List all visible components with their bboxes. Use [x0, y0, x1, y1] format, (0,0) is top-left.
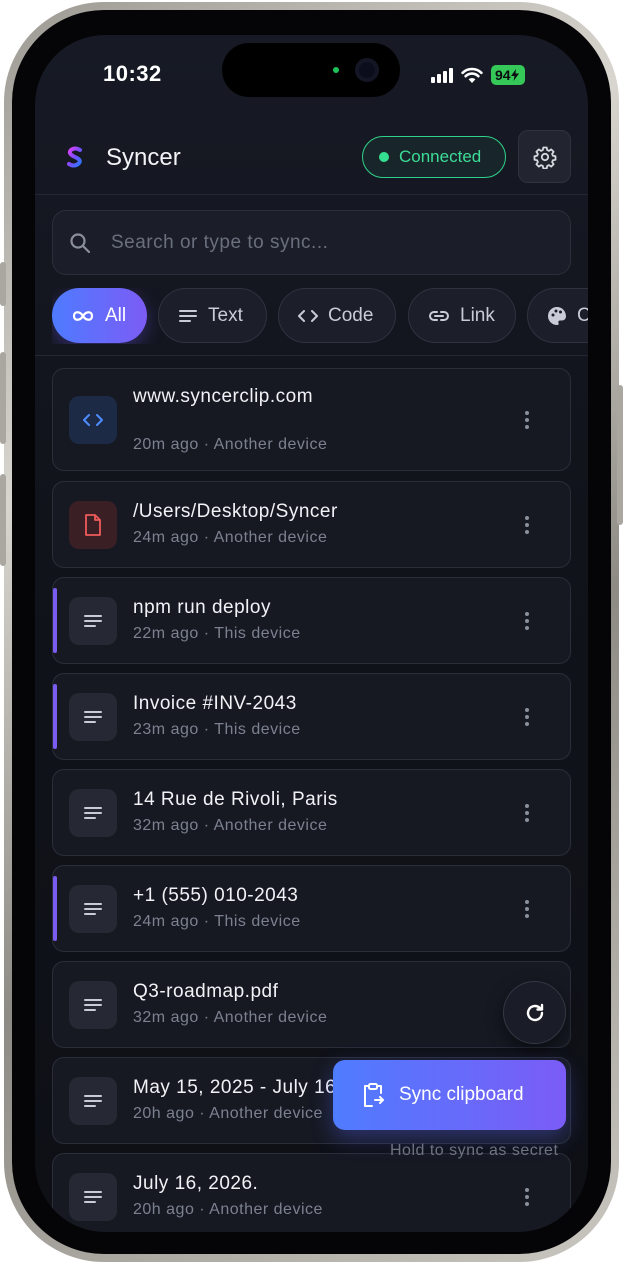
filter-divider: [35, 355, 588, 356]
link-icon: [429, 310, 449, 321]
app-title: Syncer: [106, 144, 181, 171]
clipboard-item[interactable]: /Users/Desktop/Syncer 24m ago · Another …: [52, 481, 571, 568]
filter-chip-all[interactable]: All: [52, 288, 147, 343]
text-icon: [69, 1077, 117, 1125]
text-icon: [69, 789, 117, 837]
item-title: Q3-roadmap.pdf: [133, 981, 279, 1002]
filter-chip-link[interactable]: Link: [408, 288, 516, 343]
syncer-logo-icon: [67, 146, 82, 168]
item-title: 14 Rue de Rivoli, Paris: [133, 789, 338, 810]
item-title: npm run deploy: [133, 597, 271, 618]
item-title: May 15, 2025 - July 16: [133, 1077, 337, 1098]
item-meta: 22m ago · This device: [133, 625, 301, 642]
search-input[interactable]: [111, 231, 570, 254]
status-icons: 94: [431, 65, 525, 85]
app-screen: 10:32 94 Syncer Connected Search or type…: [35, 35, 588, 1232]
sync-clipboard-button[interactable]: Sync clipboard: [333, 1060, 566, 1130]
item-meta: 32m ago · Another device: [133, 1009, 328, 1026]
settings-button[interactable]: [518, 130, 571, 183]
more-options-icon[interactable]: [519, 405, 535, 435]
more-options-icon[interactable]: [519, 894, 535, 924]
clipboard-sync-icon: [364, 1083, 384, 1107]
more-options-icon[interactable]: [519, 510, 535, 540]
item-title: Invoice #INV-2043: [133, 693, 297, 714]
battery-indicator: 94: [491, 65, 525, 85]
more-options-icon[interactable]: [519, 702, 535, 732]
connection-status-label: Connected: [399, 147, 482, 166]
cellular-signal-icon: [431, 67, 453, 83]
filter-chip-code[interactable]: Code: [278, 288, 396, 343]
this-device-indicator: [53, 684, 57, 749]
item-title: +1 (555) 010-2043: [133, 885, 299, 906]
more-options-icon[interactable]: [519, 798, 535, 828]
volume-up-button: [0, 352, 6, 444]
item-meta: 20m ago · Another device: [133, 436, 328, 453]
connected-dot-icon: [379, 152, 389, 162]
item-meta: 20h ago · Another device: [133, 1201, 323, 1218]
privacy-indicator-icon: [333, 67, 339, 73]
front-camera-icon: [355, 58, 379, 82]
text-icon: [69, 597, 117, 645]
wifi-icon: [461, 67, 483, 83]
text-icon: [69, 885, 117, 933]
code-icon: [298, 309, 318, 322]
filter-chips: All Text Code Link C: [52, 288, 588, 344]
connection-status-badge[interactable]: Connected: [362, 136, 506, 178]
refresh-icon: [526, 1003, 543, 1021]
action-button: [0, 262, 6, 306]
filter-chip-label: C: [577, 304, 588, 326]
clipboard-item[interactable]: July 16, 2026. 20h ago · Another device: [52, 1153, 571, 1232]
clipboard-item[interactable]: Invoice #INV-2043 23m ago · This device: [52, 673, 571, 760]
clipboard-item[interactable]: npm run deploy 22m ago · This device: [52, 577, 571, 664]
sync-hint-text: Hold to sync as secret: [390, 1142, 559, 1159]
filter-chip-label: Text: [208, 304, 243, 326]
item-title: July 16, 2026.: [133, 1173, 259, 1194]
status-time: 10:32: [103, 61, 162, 86]
charging-bolt-icon: [510, 69, 519, 81]
search-bar[interactable]: [52, 210, 571, 275]
file-icon: [69, 501, 117, 549]
text-icon: [69, 1173, 117, 1221]
text-icon: [69, 981, 117, 1029]
item-meta: 24m ago · Another device: [133, 529, 328, 546]
filter-chip-label: All: [105, 304, 127, 326]
lines-icon: [179, 309, 197, 322]
filter-chip-label: Link: [460, 304, 495, 326]
filter-chip-color[interactable]: C: [527, 288, 588, 343]
item-meta: 32m ago · Another device: [133, 817, 328, 834]
filter-chip-label: Code: [328, 304, 374, 326]
power-button: [617, 385, 623, 525]
dynamic-island: [222, 43, 400, 97]
battery-level: 94: [495, 67, 511, 83]
sync-clipboard-label: Sync clipboard: [399, 1084, 524, 1105]
filter-chip-text[interactable]: Text: [158, 288, 267, 343]
clipboard-item[interactable]: Q3-roadmap.pdf 32m ago · Another device: [52, 961, 571, 1048]
status-bar: 10:32 94: [35, 35, 588, 115]
refresh-button[interactable]: [503, 981, 566, 1044]
search-icon: [70, 232, 91, 253]
more-options-icon[interactable]: [519, 1182, 535, 1212]
item-meta: 24m ago · This device: [133, 913, 301, 930]
this-device-indicator: [53, 876, 57, 941]
app-header: Syncer Connected: [35, 130, 588, 195]
palette-icon: [548, 306, 566, 325]
item-title: /Users/Desktop/Syncer: [133, 501, 338, 522]
code-icon: [69, 396, 117, 444]
this-device-indicator: [53, 588, 57, 653]
more-options-icon[interactable]: [519, 606, 535, 636]
gear-icon: [533, 146, 556, 169]
clipboard-item[interactable]: 14 Rue de Rivoli, Paris 32m ago · Anothe…: [52, 769, 571, 856]
item-meta: 20h ago · Another device: [133, 1105, 323, 1122]
volume-down-button: [0, 474, 6, 566]
header-divider: [35, 194, 588, 195]
item-title: www.syncerclip.com: [133, 386, 314, 407]
item-meta: 23m ago · This device: [133, 721, 301, 738]
clipboard-item[interactable]: +1 (555) 010-2043 24m ago · This device: [52, 865, 571, 952]
infinity-icon: [72, 310, 94, 321]
text-icon: [69, 693, 117, 741]
clipboard-item[interactable]: www.syncerclip.com 20m ago · Another dev…: [52, 368, 571, 471]
